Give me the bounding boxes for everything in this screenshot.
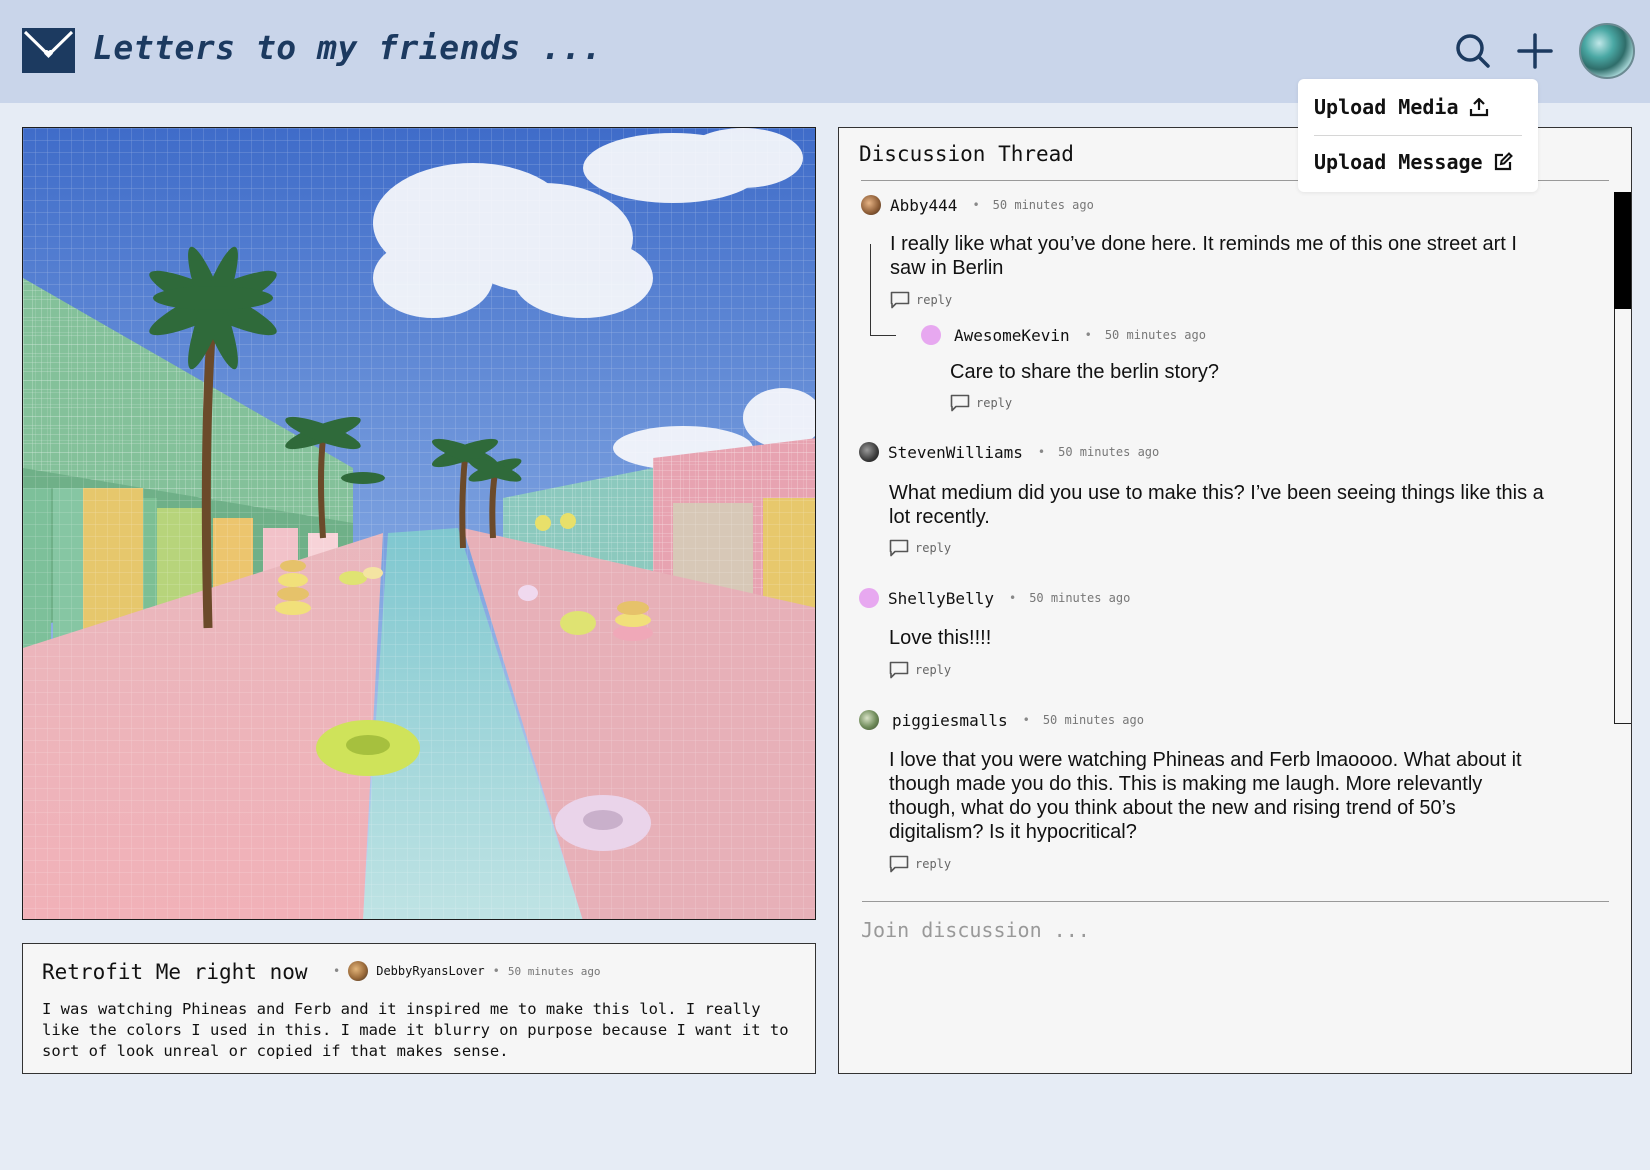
thread-connector-line xyxy=(870,244,896,336)
reply-label: reply xyxy=(916,293,953,307)
separator-dot: • xyxy=(1037,445,1046,459)
comment-username[interactable]: piggiesmalls xyxy=(892,711,1008,730)
upload-message-menu-item[interactable]: Upload Message xyxy=(1314,150,1513,174)
comment-timestamp: 50 minutes ago xyxy=(992,198,1094,212)
user-avatar[interactable] xyxy=(1579,23,1635,79)
edit-icon xyxy=(1494,152,1513,171)
comment-header: ShellyBelly • 50 minutes ago xyxy=(859,588,1130,608)
post-card: Retrofit Me right now • DebbyRyansLover … xyxy=(22,943,816,1074)
comment-timestamp: 50 minutes ago xyxy=(1029,591,1131,605)
join-discussion-input[interactable] xyxy=(861,913,1561,947)
separator-dot: • xyxy=(492,964,500,978)
upload-dropdown-menu: Upload Media Upload Message xyxy=(1298,79,1538,192)
separator-dot: • xyxy=(1022,713,1030,727)
avatar[interactable] xyxy=(861,195,881,215)
post-meta: • DebbyRyansLover • 50 minutes ago xyxy=(333,961,601,981)
add-plus-icon[interactable] xyxy=(1516,32,1554,70)
comment-username[interactable]: AwesomeKevin xyxy=(954,326,1070,345)
reply-label: reply xyxy=(976,396,1013,410)
comment-header: StevenWilliams • 50 minutes ago xyxy=(859,442,1159,462)
post-artwork-image[interactable] xyxy=(22,127,816,920)
reply-button[interactable]: reply xyxy=(890,291,952,309)
separator-dot: • xyxy=(1008,591,1017,605)
post-title: Retrofit Me right now xyxy=(42,960,308,984)
envelope-logo-icon[interactable] xyxy=(22,28,75,73)
comment-username[interactable]: Abby444 xyxy=(890,196,957,215)
discussion-thread-panel: Discussion Thread Abby444 • 50 minutes a… xyxy=(838,127,1632,1074)
comment-timestamp: 50 minutes ago xyxy=(1058,445,1160,459)
separator-dot: • xyxy=(333,964,341,978)
author-avatar[interactable] xyxy=(348,961,369,981)
reply-label: reply xyxy=(915,541,952,555)
app-title: Letters to my friends ... xyxy=(93,28,603,67)
post-timestamp: 50 minutes ago xyxy=(507,964,601,978)
upload-media-menu-item[interactable]: Upload Media xyxy=(1314,95,1489,119)
comment-text: I really like what you’ve done here. It … xyxy=(890,233,1517,279)
menu-divider xyxy=(1314,135,1522,136)
comment-header: Abby444 • 50 minutes ago xyxy=(861,195,1094,215)
chat-bubble-icon xyxy=(950,394,970,412)
post-description: I was watching Phineas and Ferb and it i… xyxy=(42,1000,789,1060)
separator-dot: • xyxy=(1084,328,1092,342)
upload-message-label: Upload Message xyxy=(1314,150,1483,174)
comment-text: I love that you were watching Phineas an… xyxy=(889,749,1522,843)
reply-label: reply xyxy=(915,857,952,871)
upload-icon xyxy=(1469,97,1488,117)
thread-title: Discussion Thread xyxy=(859,142,1074,166)
separator-dot: • xyxy=(972,198,980,212)
reply-button[interactable]: reply xyxy=(889,539,951,557)
search-icon[interactable] xyxy=(1455,33,1491,69)
avatar[interactable] xyxy=(859,442,879,462)
avatar[interactable] xyxy=(921,325,941,345)
scrollbar-thumb[interactable] xyxy=(1614,192,1631,309)
avatar[interactable] xyxy=(859,710,879,730)
comment-username[interactable]: StevenWilliams xyxy=(888,443,1023,462)
upload-media-label: Upload Media xyxy=(1314,95,1459,119)
avatar[interactable] xyxy=(859,588,879,608)
reply-button[interactable]: reply xyxy=(889,661,951,679)
chat-bubble-icon xyxy=(889,855,909,873)
comment-text: What medium did you use to make this? I’… xyxy=(889,482,1544,528)
reply-button[interactable]: reply xyxy=(950,394,1012,412)
comment-timestamp: 50 minutes ago xyxy=(1104,328,1206,342)
comment-text: Love this!!!! xyxy=(889,627,992,649)
comment-username[interactable]: ShellyBelly xyxy=(888,589,994,608)
chat-bubble-icon xyxy=(889,539,909,557)
comment-text: Care to share the berlin story? xyxy=(950,361,1220,383)
reply-button[interactable]: reply xyxy=(889,855,951,873)
comment-header: AwesomeKevin • 50 minutes ago xyxy=(921,325,1206,345)
post-author[interactable]: DebbyRyansLover xyxy=(376,964,484,978)
divider xyxy=(862,901,1609,902)
comment-timestamp: 50 minutes ago xyxy=(1042,713,1144,727)
chat-bubble-icon xyxy=(889,661,909,679)
reply-label: reply xyxy=(915,663,952,677)
comment-header: piggiesmalls • 50 minutes ago xyxy=(859,710,1144,730)
